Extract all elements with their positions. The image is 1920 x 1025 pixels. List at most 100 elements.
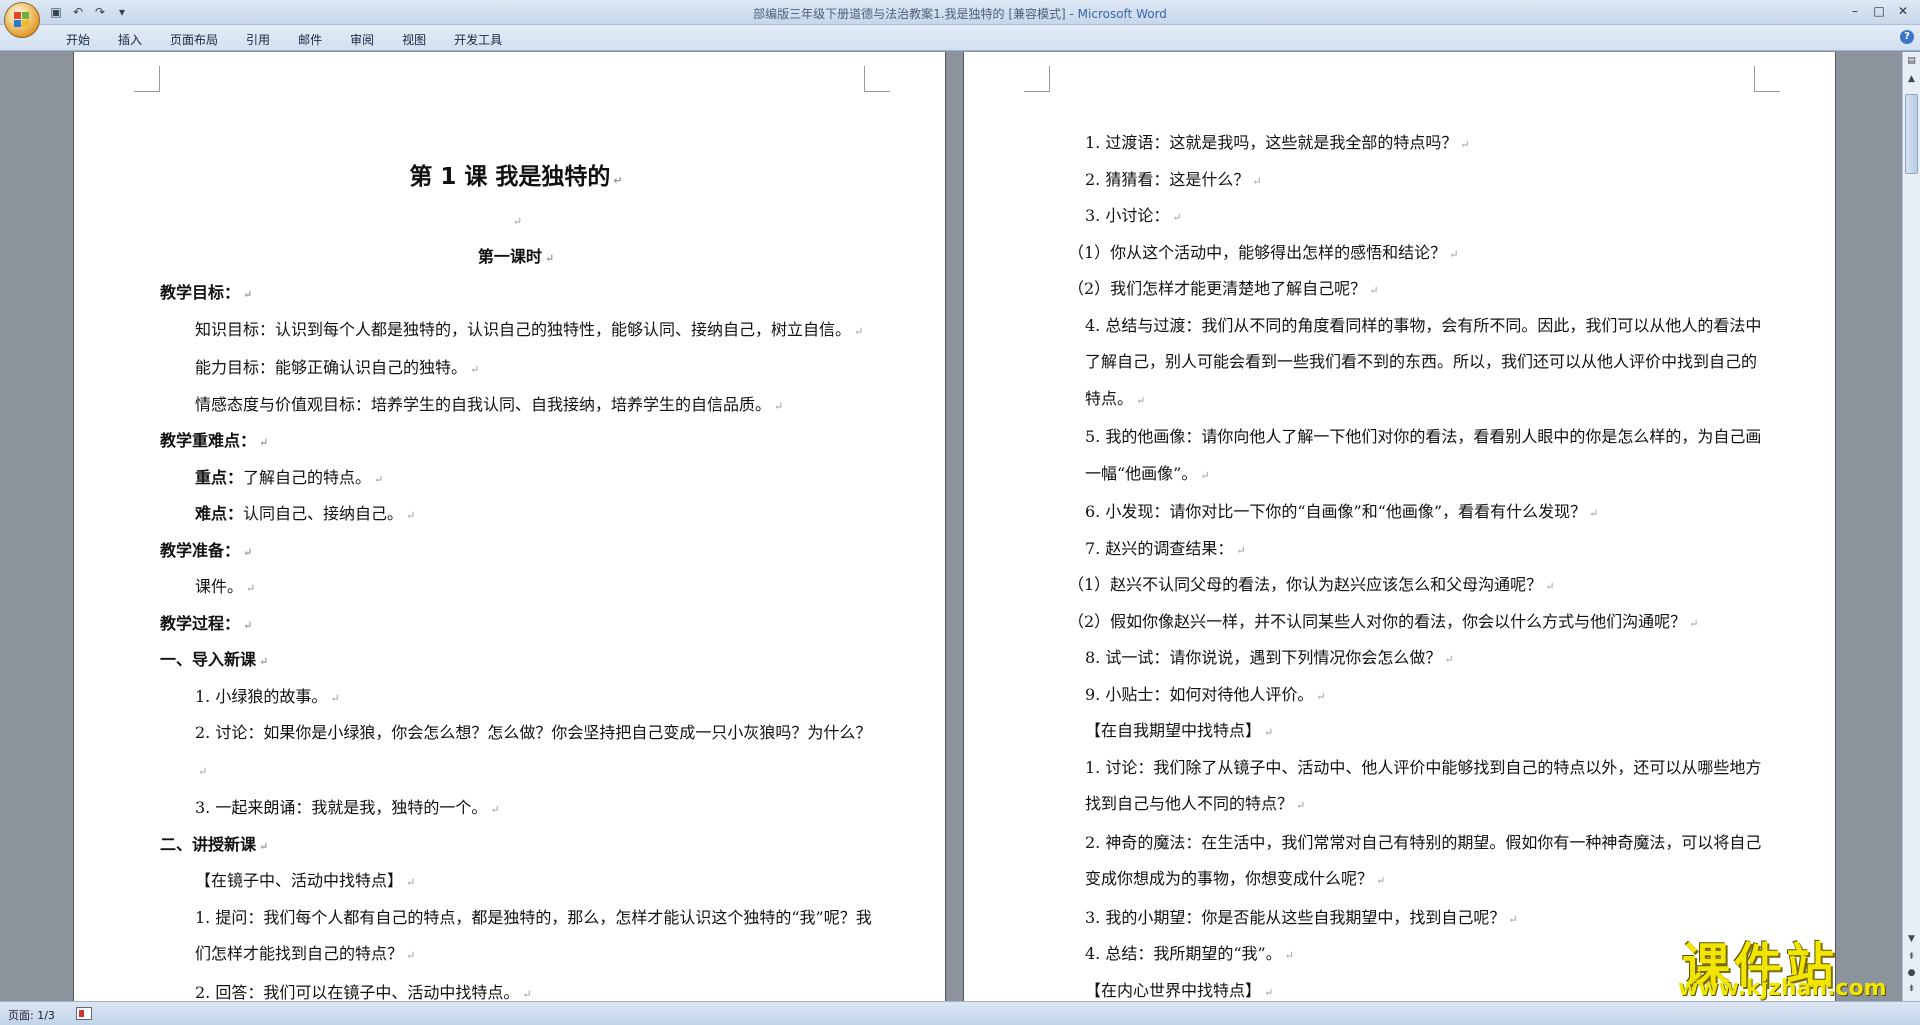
ribbon: 开始 插入 页面布局 引用 邮件 审阅 视图 开发工具 ? [0,25,1920,51]
maximize-button[interactable]: □ [1868,2,1890,20]
paragraph-mark-icon: ↵ [374,472,384,486]
paragraph-text: 5. 我的他画像：请你向他人了解一下他们对你的看法，看看别人眼中的你是怎么样的，… [1085,427,1762,483]
paragraph: 8. 试一试：请你说说，遇到下列情况你会怎么做？ ↵ [1050,640,1762,677]
crop-mark [134,66,160,92]
tab-references[interactable]: 引用 [232,29,284,50]
paragraph-text: 1. 小绿狼的故事。 [195,686,328,706]
page-1[interactable]: 第 1 课 我是独特的 ↵ ↵ 第一课时 ↵ 教学目标： ↵ 知识目标：认识到每个人都是… [73,52,946,1001]
paragraph-label: 重点： [195,467,244,487]
minimize-button[interactable]: – [1844,2,1866,20]
tab-insert[interactable]: 插入 [104,29,156,50]
paragraph: 重点：了解自己的特点。 ↵ [160,460,872,497]
paragraph-text: 一、导入新课 [160,650,257,669]
lesson-title: 第 1 课 我是独特的 ↵ [409,164,623,190]
scroll-up-icon[interactable]: ▲ [1904,72,1919,87]
paragraph-mark-icon: ↵ [1589,507,1599,520]
paragraph-mark-icon: ↵ [490,803,500,816]
paragraph: 3. 我的小期望：你是否能从这些自我期望中，找到自己呢？ ↵ [1050,900,1762,937]
paragraph-text: 2. 回答：我们可以在镜子中、活动中找特点。 [195,982,520,1002]
paragraph-text: 情感态度与价值观目标：培养学生的自我认同、自我接纳，培养学生的自信品质。 [195,394,772,414]
page-indicator[interactable]: 页面: 1/3 [8,1007,55,1023]
paragraph-text: 1. 提问：我们每个人都有自己的特点，都是独特的，那么，怎样才能认识这个独特的“… [195,907,872,964]
paragraph-text: （1）你从这个活动中，能够得出怎样的感悟和结论？ [1068,242,1447,262]
paragraph-label: 难点： [195,504,244,523]
paragraph-text: 【在镜子中、活动中找特点】 [195,871,404,890]
paragraph-mark-icon: ↵ [406,949,416,962]
tab-home[interactable]: 开始 [52,29,104,50]
paragraph-text: 8. 试一试：请你说说，遇到下列情况你会怎么做？ [1085,648,1442,667]
document-title: 部编版三年级下册道德与法治教案1.我是独特的 [兼容模式] - [753,7,1078,21]
paragraph-text: 1. 讨论：我们除了从镜子中、活动中、他人评价中能够找到自己的特点以外，还可以从… [1085,757,1762,814]
paragraph-mark-icon: ↵ [1284,949,1294,962]
paragraph: 4. 总结：我所期望的“我”。 ↵ [1050,936,1762,973]
paragraph-text: 2. 猜猜看：这是什么？ [1085,169,1250,189]
paragraph-mark-icon: ↵ [243,618,253,632]
paragraph: 4. 总结与过渡：我们从不同的角度看同样的事物，会有所不同。因此，我们可以从他人… [1050,308,1762,420]
paragraph-mark-icon: ↵ [1296,799,1306,812]
paragraph-text: 2. 讨论：如果你是小绿狼，你会怎么想？怎么做？你会坚持把自己变成一只小灰狼吗？… [195,723,872,742]
page-1-text[interactable]: 第 1 课 我是独特的 ↵ ↵ 第一课时 ↵ 教学目标： ↵ 知识目标：认识到每个人都是… [160,52,872,1001]
tab-page-layout[interactable]: 页面布局 [156,29,232,50]
paragraph-mark-icon: ↵ [246,582,256,595]
ruler-toggle-icon[interactable]: ▤ [1904,54,1919,69]
paragraph-text: 3. 我的小期望：你是否能从这些自我期望中，找到自己呢？ [1085,907,1506,927]
paragraph-text: 3. 小讨论： [1085,206,1170,225]
paragraph-mark-icon: ↵ [406,509,416,522]
paragraph: 7. 赵兴的调查结果： ↵ [1050,531,1762,568]
paragraph-mark-icon: ↵ [1449,247,1459,261]
paragraph: 课件。 ↵ [160,569,872,606]
paragraph: （2）我们怎样才能更清楚地了解自己呢？ ↵ [1050,271,1762,308]
paragraph-text: 3. 一起来朗诵：我就是我，独特的一个。 [195,798,488,817]
paragraph-mark-icon: ↵ [1200,468,1210,482]
previous-page-icon[interactable]: ⇞ [1904,950,1919,965]
paragraph-text: 【在自我期望中找特点】 [1085,721,1262,740]
paragraph-mark-icon: ↵ [1316,689,1326,703]
paragraph-text: 2. 神奇的魔法：在生活中，我们常常对自己有特别的期望。假如你有一种神奇魔法，可… [1085,832,1762,889]
paragraph-text: 课件。 [195,577,244,596]
scroll-thumb[interactable] [1905,94,1918,174]
paragraph-text: （2）我们怎样才能更清楚地了解自己呢？ [1068,279,1367,298]
window-controls: – □ ✕ [1844,2,1914,20]
paragraph: 1. 提问：我们每个人都有自己的特点，都是独特的，那么，怎样才能认识这个独特的“… [160,900,872,975]
paragraph-mark-icon: ↵ [259,655,269,668]
paragraph: 6. 小发现：请你对比一下你的“自画像”和“他画像”，看看有什么发现？ ↵ [1050,494,1762,531]
page-2[interactable]: 1. 过渡语：这就是我吗，这些就是我全部的特点吗？ ↵ 2. 猜猜看：这是什么？ ↵ 3… [963,52,1836,1001]
page-2-text[interactable]: 1. 过渡语：这就是我吗，这些就是我全部的特点吗？ ↵ 2. 猜猜看：这是什么？ ↵ 3… [1050,125,1762,1001]
paragraph-text: 了解自己的特点。 [243,467,372,487]
tab-review[interactable]: 审阅 [336,29,388,50]
next-page-icon[interactable]: ⇟ [1904,982,1919,997]
paragraph: 二、讲授新课 ↵ [160,827,872,864]
app-name: Microsoft Word [1077,7,1167,21]
tab-mailings[interactable]: 邮件 [284,29,336,50]
close-button[interactable]: ✕ [1892,2,1914,20]
paragraph-text: 教学目标： [160,283,241,302]
scroll-down-icon[interactable]: ▼ [1904,932,1919,947]
office-button[interactable] [4,2,40,38]
paragraph: （2）假如你像赵兴一样，并不认同某些人对你的看法，你会以什么方式与他们沟通呢？ ↵ [1050,604,1762,641]
paragraph: （1）你从这个活动中，能够得出怎样的感悟和结论？ ↵ [1050,235,1762,272]
paragraph-mark-icon: ↵ [1264,985,1274,999]
paragraph: 5. 我的他画像：请你向他人了解一下他们对你的看法，看看别人眼中的你是怎么样的，… [1050,419,1762,494]
paragraph-text: 4. 总结：我所期望的“我”。 [1085,944,1282,963]
paragraph: （1）赵兴不认同父母的看法，你认为赵兴应该怎么和父母沟通呢？ ↵ [1050,567,1762,604]
paragraph: 2. 回答：我们可以在镜子中、活动中找特点。 ↵ [160,975,872,1002]
tab-view[interactable]: 视图 [388,29,440,50]
vertical-scrollbar[interactable]: ▤ ▲ ▼ ⇞ ● ⇟ [1902,52,1920,1001]
help-icon[interactable]: ? [1900,30,1914,44]
paragraph: 教学过程： ↵ [160,606,872,643]
paragraph: 2. 猜猜看：这是什么？ ↵ [1050,162,1762,199]
tab-developer[interactable]: 开发工具 [440,29,516,50]
paragraph-text: 认同自己、接纳自己。 [243,504,404,523]
proofing-icon[interactable] [76,1007,92,1020]
paragraph: 教学重难点： ↵ [160,423,872,460]
paragraph-text: 教学重难点： [160,431,257,450]
paragraph-mark-icon: ↵ [1545,580,1555,593]
paragraph: 难点：认同自己、接纳自己。 ↵ [160,496,872,533]
paragraph: 知识目标：认识到每个人都是独特的，认识自己的独特性，能够认同、接纳自己，树立自信… [160,312,872,351]
paragraph-mark-icon: ↵ [1136,393,1146,407]
paragraph: 教学准备： ↵ [160,533,872,570]
paragraph-mark-icon: ↵ [774,399,784,413]
paragraph: 【在镜子中、活动中找特点】 ↵ [160,863,872,900]
select-browse-object-icon[interactable]: ● [1904,966,1919,981]
paragraph: 教学目标： ↵ [160,275,872,312]
